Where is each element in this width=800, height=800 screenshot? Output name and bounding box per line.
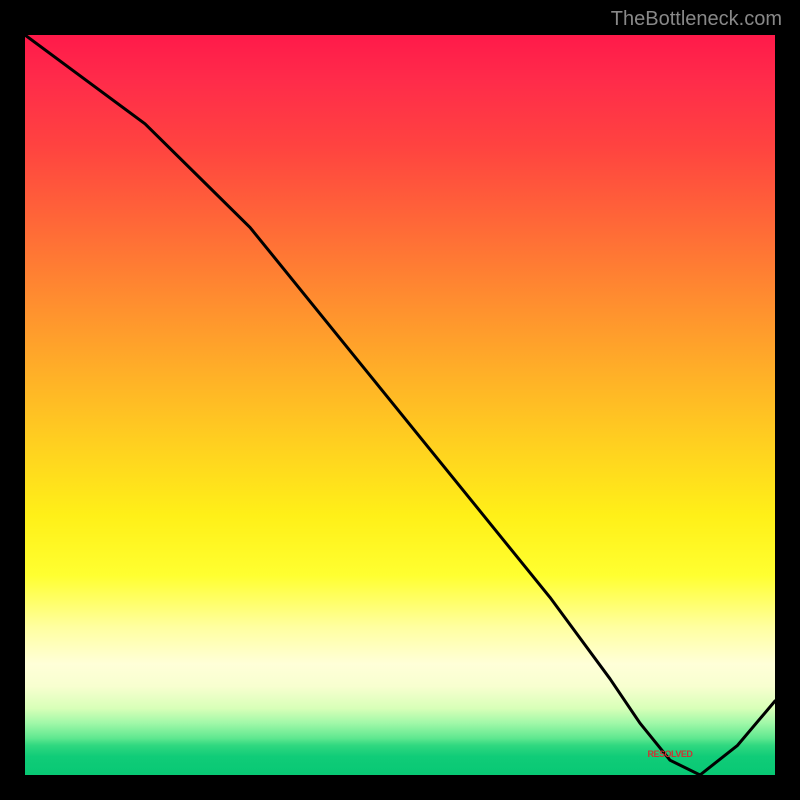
bottleneck-curve <box>25 35 775 775</box>
optimum-marker-label: RESOLVED <box>648 749 693 759</box>
attribution-text: TheBottleneck.com <box>611 8 782 31</box>
chart-svg <box>25 35 775 775</box>
plot-area: RESOLVED <box>25 35 775 775</box>
